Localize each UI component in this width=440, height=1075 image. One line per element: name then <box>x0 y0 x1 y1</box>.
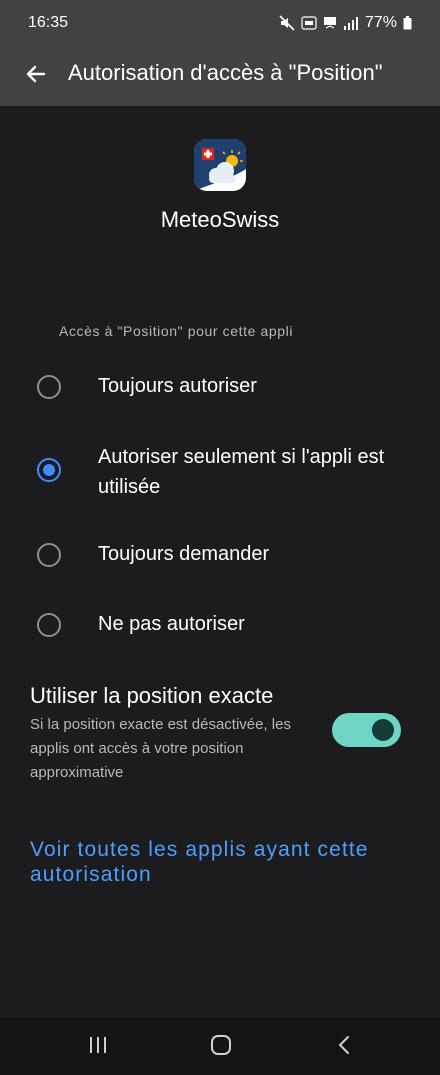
precise-location-toggle[interactable] <box>332 713 401 747</box>
app-bar: Autorisation d'accès à "Position" <box>0 46 440 106</box>
arrow-left-icon <box>24 62 48 91</box>
app-name: MeteoSwiss <box>160 207 280 232</box>
status-time: 16:35 <box>28 14 69 31</box>
option-label: Autoriser seulement si l'appli est utili… <box>98 446 385 498</box>
recents-icon <box>87 1034 109 1061</box>
home-button[interactable] <box>201 1032 241 1062</box>
5g-icon <box>323 15 337 31</box>
section-label: Accès à "Position" pour cette appli <box>59 323 294 339</box>
option-always-ask[interactable]: Toujours demander <box>0 533 440 577</box>
option-label: Toujours demander <box>98 543 270 565</box>
precise-location-description: Si la position exacte est désactivée, le… <box>30 716 291 781</box>
app-icon <box>194 139 246 191</box>
option-label: Toujours autoriser <box>98 375 257 397</box>
status-bar: 16:35 77% <box>0 0 440 46</box>
toggle-knob <box>372 719 394 741</box>
home-icon <box>210 1034 232 1061</box>
precise-location-title: Utiliser la position exacte <box>30 683 274 708</box>
volte-icon <box>301 15 317 31</box>
option-deny[interactable]: Ne pas autoriser <box>0 603 440 647</box>
back-button[interactable] <box>20 60 52 92</box>
radio-button[interactable] <box>37 613 61 637</box>
battery-icon <box>403 16 412 30</box>
chevron-left-icon <box>334 1034 356 1061</box>
see-all-apps-link[interactable]: Voir toutes les applis ayant cette autor… <box>30 837 420 887</box>
page-title: Autorisation d'accès à "Position" <box>68 60 383 85</box>
status-icons: 77% <box>279 14 412 32</box>
option-always-allow[interactable]: Toujours autoriser <box>0 365 440 409</box>
radio-button-selected[interactable] <box>37 458 61 482</box>
signal-icon <box>343 15 359 31</box>
recents-button[interactable] <box>78 1032 118 1062</box>
radio-button[interactable] <box>37 375 61 399</box>
option-label: Ne pas autoriser <box>98 613 245 635</box>
mute-icon <box>279 15 295 31</box>
navigation-bar <box>0 1017 440 1075</box>
radio-button[interactable] <box>37 543 61 567</box>
battery-level: 77% <box>364 14 397 31</box>
option-allow-while-using[interactable]: Autoriser seulement si l'appli est utili… <box>0 440 440 504</box>
nav-back-button[interactable] <box>325 1032 365 1062</box>
